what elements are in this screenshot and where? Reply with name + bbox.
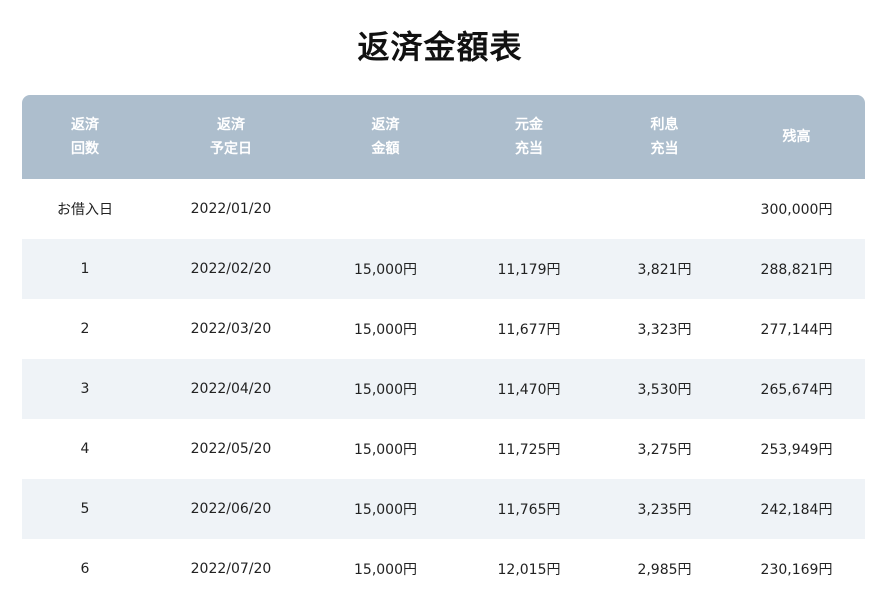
cell-balance: 253,949円 bbox=[760, 442, 833, 458]
header-label-line: 返済 bbox=[371, 117, 400, 133]
table-row: 6 2022/07/20 15,000円 12,015円 2,985円 230,169円 bbox=[22, 539, 865, 599]
cell-repayment-amount: 15,000円 bbox=[354, 442, 417, 458]
cell-repayment-amount bbox=[314, 179, 457, 239]
table-header: 返済 回数 返済 予定日 返済 金額 元金 充当 利息 充当 残高 bbox=[22, 95, 865, 179]
cell-interest bbox=[601, 179, 728, 239]
header-label-line: 回数 bbox=[71, 141, 99, 157]
cell-repayment-amount: 15,000円 bbox=[354, 382, 417, 398]
cell-principal: 11,677円 bbox=[497, 322, 561, 338]
header-label-line: 利息 bbox=[650, 117, 679, 133]
cell-repayment-count: 4 bbox=[80, 441, 90, 457]
cell-repayment-count: 2 bbox=[80, 321, 90, 337]
cell-principal: 11,470円 bbox=[497, 382, 561, 398]
cell-repayment-amount: 15,000円 bbox=[354, 262, 417, 278]
cell-interest: 3,821円 bbox=[637, 262, 692, 278]
cell-balance: 288,821円 bbox=[760, 262, 833, 278]
page-title: 返済金額表 bbox=[357, 28, 523, 66]
header-repayment-count: 返済 回数 bbox=[22, 95, 148, 179]
header-label-line: 返済 bbox=[217, 117, 245, 133]
header-label-line: 元金 bbox=[515, 117, 543, 133]
header-label-line: 予定日 bbox=[210, 141, 252, 157]
cell-interest: 2,985円 bbox=[637, 562, 692, 578]
header-row: 返済 回数 返済 予定日 返済 金額 元金 充当 利息 充当 残高 bbox=[22, 95, 865, 179]
cell-scheduled-date: 2022/02/20 bbox=[190, 261, 272, 277]
table-row: 5 2022/06/20 15,000円 11,765円 3,235円 242,184円 bbox=[22, 479, 865, 539]
cell-interest: 3,275円 bbox=[637, 442, 692, 458]
cell-repayment-count: 5 bbox=[80, 501, 90, 517]
cell-interest: 3,530円 bbox=[637, 382, 692, 398]
cell-repayment-amount: 15,000円 bbox=[354, 502, 417, 518]
header-label-line: 残高 bbox=[782, 129, 811, 145]
table-row: 4 2022/05/20 15,000円 11,725円 3,275円 253,949円 bbox=[22, 419, 865, 479]
cell-interest: 3,235円 bbox=[637, 502, 692, 518]
cell-repayment-count: 1 bbox=[80, 261, 90, 277]
cell-repayment-count: お借入日 bbox=[57, 202, 113, 218]
cell-principal: 11,179円 bbox=[497, 262, 561, 278]
cell-scheduled-date: 2022/05/20 bbox=[190, 441, 272, 457]
cell-scheduled-date: 2022/07/20 bbox=[190, 561, 272, 577]
table-row: 3 2022/04/20 15,000円 11,470円 3,530円 265,674円 bbox=[22, 359, 865, 419]
cell-balance: 230,169円 bbox=[760, 562, 833, 578]
table-row: 2 2022/03/20 15,000円 11,677円 3,323円 277,144円 bbox=[22, 299, 865, 359]
cell-repayment-count: 6 bbox=[80, 561, 90, 577]
cell-repayment-amount: 15,000円 bbox=[354, 562, 417, 578]
cell-principal: 12,015円 bbox=[497, 562, 561, 578]
header-scheduled-date: 返済 予定日 bbox=[148, 95, 314, 179]
repayment-table-container: 返済 回数 返済 予定日 返済 金額 元金 充当 利息 充当 残高 お借入日 2… bbox=[22, 95, 865, 599]
cell-balance: 277,144円 bbox=[760, 322, 833, 338]
cell-balance: 300,000円 bbox=[760, 202, 833, 218]
header-label-line: 返済 bbox=[71, 117, 99, 133]
header-repayment-amount: 返済 金額 bbox=[314, 95, 457, 179]
cell-principal: 11,765円 bbox=[497, 502, 561, 518]
table-body: お借入日 2022/01/20 300,000円 1 2022/02/20 15,000円… bbox=[22, 179, 865, 599]
header-principal: 元金 充当 bbox=[457, 95, 601, 179]
cell-scheduled-date: 2022/03/20 bbox=[190, 321, 272, 337]
table-row: 1 2022/02/20 15,000円 11,179円 3,821円 288,821円 bbox=[22, 239, 865, 299]
cell-scheduled-date: 2022/04/20 bbox=[190, 381, 272, 397]
header-label-line: 金額 bbox=[371, 141, 400, 157]
cell-scheduled-date: 2022/01/20 bbox=[190, 201, 272, 217]
header-label-line: 充当 bbox=[515, 141, 543, 157]
table-row: お借入日 2022/01/20 300,000円 bbox=[22, 179, 865, 239]
cell-balance: 265,674円 bbox=[760, 382, 833, 398]
cell-interest: 3,323円 bbox=[637, 322, 692, 338]
cell-scheduled-date: 2022/06/20 bbox=[190, 501, 272, 517]
cell-balance: 242,184円 bbox=[760, 502, 833, 518]
header-balance: 残高 bbox=[728, 95, 865, 179]
header-label-line: 充当 bbox=[650, 141, 679, 157]
cell-repayment-amount: 15,000円 bbox=[354, 322, 417, 338]
repayment-table: 返済 回数 返済 予定日 返済 金額 元金 充当 利息 充当 残高 お借入日 2… bbox=[22, 95, 865, 599]
cell-principal: 11,725円 bbox=[497, 442, 561, 458]
cell-repayment-count: 3 bbox=[80, 381, 90, 397]
header-interest: 利息 充当 bbox=[601, 95, 728, 179]
cell-principal bbox=[457, 179, 601, 239]
